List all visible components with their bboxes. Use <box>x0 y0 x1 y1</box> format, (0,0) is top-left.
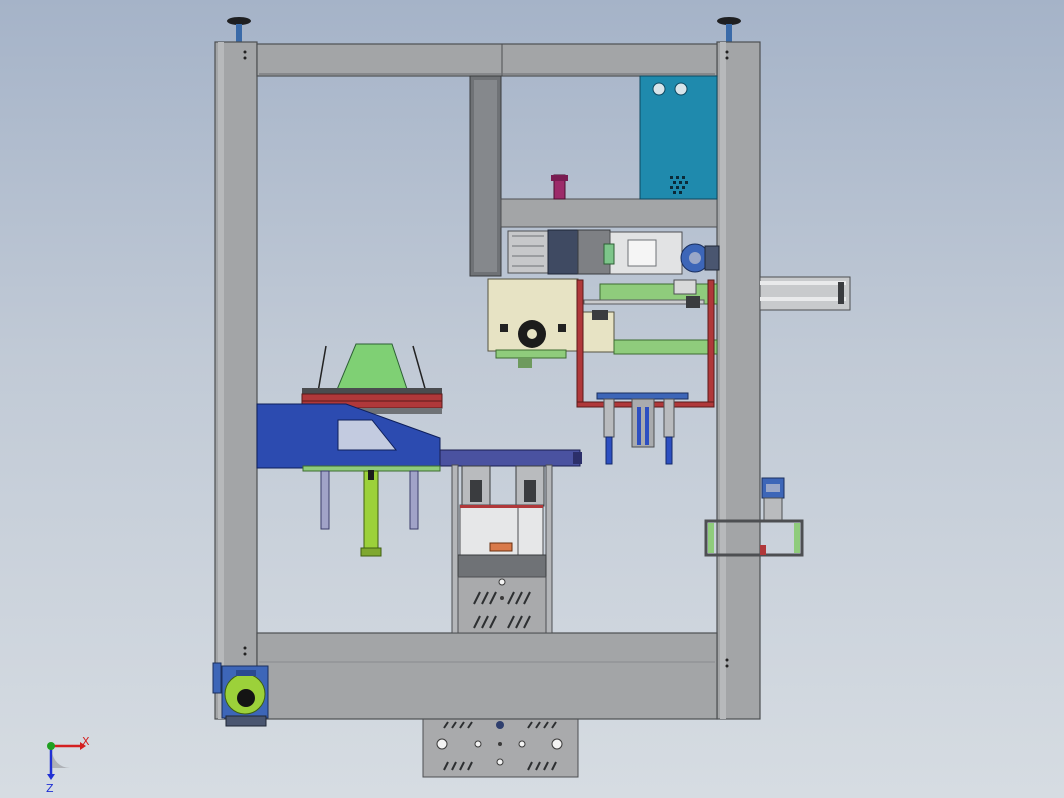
carriage-posts <box>320 470 419 557</box>
coordinate-triad: X Z <box>46 735 90 795</box>
blue-carriage <box>256 403 582 472</box>
lifting-column <box>451 464 553 634</box>
side-cylinder <box>759 276 851 311</box>
leveling-foot-left <box>227 17 251 42</box>
bottom-perforated-plate <box>422 717 579 778</box>
drive-motor-assembly <box>507 229 720 275</box>
z-axis-label: Z <box>46 782 54 795</box>
x-axis-label: X <box>82 735 90 748</box>
electrical-box <box>639 75 718 200</box>
y-axis-dot <box>47 742 55 750</box>
leveling-foot-right <box>717 17 741 42</box>
pusher-plate <box>596 392 689 465</box>
cream-gearbox <box>487 278 615 368</box>
cad-viewport[interactable]: X Z <box>0 0 1064 798</box>
